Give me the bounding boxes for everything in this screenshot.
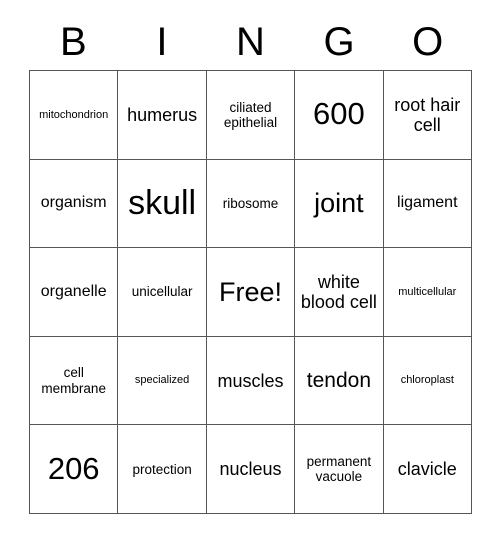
bingo-cell-i2[interactable]: skull (118, 159, 207, 249)
bingo-cell-n1[interactable]: ciliated epithelial (206, 71, 296, 160)
bingo-cell-n2[interactable]: ribosome (206, 159, 296, 249)
bingo-cell-o4[interactable]: chloroplast (383, 336, 472, 426)
bingo-cell-i1[interactable]: humerus (118, 71, 207, 160)
bingo-cell-label: cell membrane (41, 365, 106, 396)
bingo-cell-i5[interactable]: protection (118, 425, 207, 514)
bingo-cell-label: 600 (313, 96, 365, 132)
header-letter-o: O (412, 20, 444, 64)
bingo-cell-label: organelle (40, 283, 107, 301)
bingo-cell-label: clavicle (397, 459, 457, 480)
bingo-cell-n4[interactable]: muscles (206, 336, 296, 426)
bingo-cell-label: protection (132, 461, 192, 477)
bingo-cell-b1[interactable]: mitochondrion (30, 71, 119, 160)
bingo-cell-label: tendon (306, 368, 371, 392)
bingo-cell-label: white blood cell (300, 271, 377, 312)
header-letter-b: B (59, 20, 87, 64)
header-letter-n: N (236, 20, 265, 64)
bingo-cell-label: 206 (47, 450, 100, 486)
bingo-cell-label: skull (128, 184, 197, 223)
bingo-cell-label: permanent vacuole (306, 454, 372, 485)
bingo-cell-n5[interactable]: nucleus (206, 425, 296, 514)
bingo-cell-label: humerus (127, 104, 198, 125)
bingo-cell-g4[interactable]: tendon (295, 336, 384, 426)
bingo-cell-i4[interactable]: specialized (118, 336, 207, 426)
bingo-cell-o3[interactable]: multicellular (383, 248, 472, 337)
bingo-cell-label: organism (40, 194, 107, 212)
bingo-cell-label: joint (314, 188, 364, 219)
bingo-cell-label: unicellular (131, 284, 193, 300)
bingo-cell-b5[interactable]: 206 (30, 425, 119, 514)
bingo-cell-label: ribosome (222, 195, 279, 211)
bingo-header-row: B I N G O (29, 14, 472, 70)
bingo-cell-b2[interactable]: organism (30, 159, 119, 249)
bingo-cell-i3[interactable]: unicellular (118, 248, 207, 337)
header-letter-g: G (323, 20, 355, 64)
bingo-cell-o1[interactable]: root hair cell (383, 71, 472, 160)
bingo-cell-g5[interactable]: permanent vacuole (295, 425, 384, 514)
bingo-cell-label: mitochondrion (39, 108, 109, 121)
bingo-cell-label: ciliated epithelial (223, 99, 278, 130)
bingo-cell-label: ligament (397, 194, 458, 212)
bingo-cell-b3[interactable]: organelle (30, 248, 119, 337)
bingo-cell-g1[interactable]: 600 (295, 71, 384, 160)
bingo-cell-label: nucleus (219, 459, 282, 480)
bingo-cell-b4[interactable]: cell membrane (30, 336, 119, 426)
bingo-cell-label: muscles (217, 370, 284, 391)
bingo-cell-g3[interactable]: white blood cell (295, 248, 384, 337)
bingo-cell-o5[interactable]: clavicle (383, 425, 472, 514)
bingo-cell-label: specialized (134, 374, 190, 387)
bingo-cell-label: root hair cell (394, 94, 461, 135)
bingo-cell-o2[interactable]: ligament (383, 159, 472, 249)
bingo-card: B I N G O mitochondrion humerus ciliated… (0, 0, 500, 544)
bingo-cell-g2[interactable]: joint (295, 159, 384, 249)
bingo-cell-label: multicellular (398, 285, 457, 298)
bingo-grid: mitochondrion humerus ciliated epithelia… (29, 70, 472, 514)
free-space-label: Free! (218, 276, 282, 307)
bingo-cell-label: chloroplast (400, 374, 454, 387)
header-letter-i: I (156, 20, 168, 64)
bingo-cell-free-space[interactable]: Free! (206, 248, 296, 337)
